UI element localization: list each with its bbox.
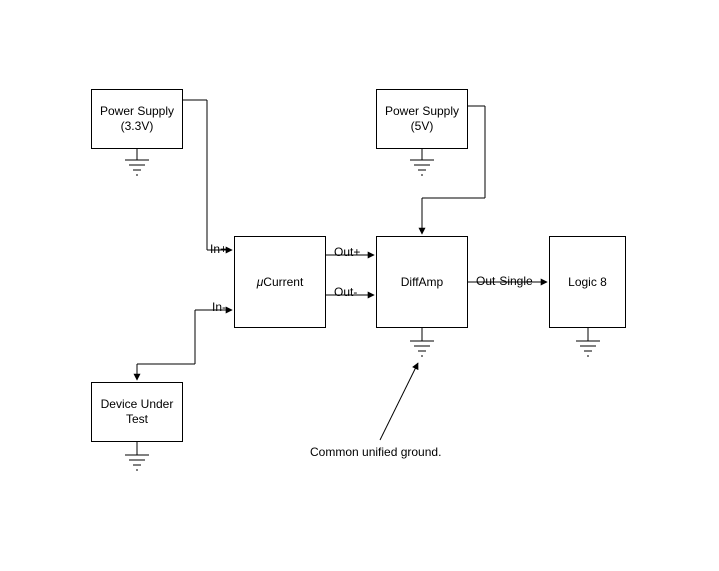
label-common-ground: Common unified ground.	[310, 445, 441, 459]
box-diffamp: DiffAmp	[376, 236, 468, 328]
diffamp-label: DiffAmp	[401, 275, 443, 290]
box-power-supply-3v3: Power Supply (3.3V)	[91, 89, 183, 149]
ground-icon	[410, 160, 434, 175]
psu5-line2: (5V)	[411, 119, 434, 133]
ground-icon	[576, 341, 600, 356]
label-out-minus: Out-	[334, 285, 357, 299]
ground-icon	[125, 455, 149, 470]
label-out-single: Out-Single	[476, 274, 533, 288]
psu5-line1: Power Supply	[385, 104, 459, 118]
label-out-plus: Out+	[334, 245, 360, 259]
label-in-plus: In+	[210, 242, 227, 256]
psu33-line2: (3.3V)	[121, 119, 154, 133]
dut-line1: Device Under	[101, 397, 174, 411]
psu33-line1: Power Supply	[100, 104, 174, 118]
ucurrent-rest: Current	[263, 275, 303, 289]
diagram-canvas: Power Supply (3.3V) Power Supply (5V) μC…	[0, 0, 719, 571]
ground-icon	[410, 341, 434, 356]
box-logic8: Logic 8	[549, 236, 626, 328]
box-dut: Device Under Test	[91, 382, 183, 442]
dut-line2: Test	[126, 412, 148, 426]
label-in-minus: In-	[212, 300, 226, 314]
box-power-supply-5v: Power Supply (5V)	[376, 89, 468, 149]
logic8-label: Logic 8	[568, 275, 607, 290]
box-ucurrent: μCurrent	[234, 236, 326, 328]
ground-icon	[125, 160, 149, 175]
